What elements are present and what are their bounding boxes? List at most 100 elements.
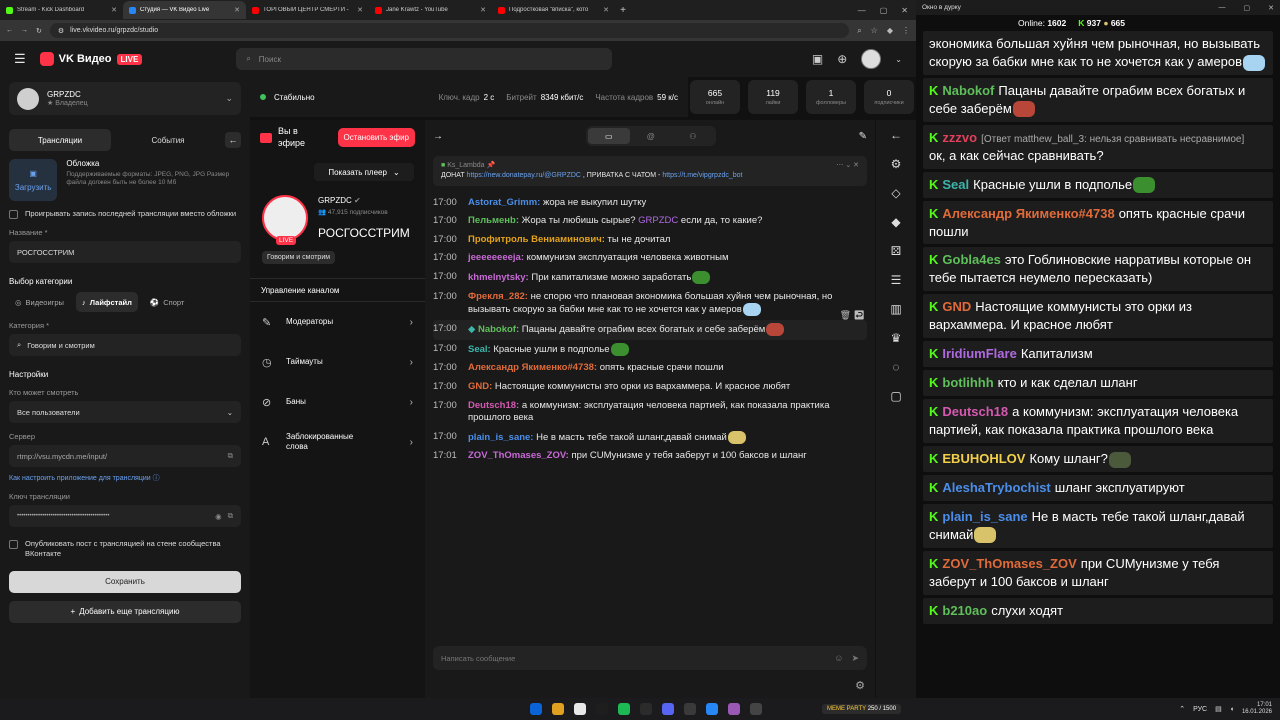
star-icon[interactable]: ☆ [871,26,878,36]
menu-item[interactable]: ◷ Таймауты › [250,342,425,382]
overlay-username[interactable]: IridiumFlare [942,346,1016,361]
site-info-icon[interactable]: ⚙ [58,27,64,35]
category-input[interactable]: ⌕ Говорим и смотрим [9,334,241,356]
message-username[interactable]: khmelnytsky: [468,272,529,283]
overlay-username[interactable]: botlihhh [942,375,993,390]
howto-link[interactable]: Как настроить приложение для трансляции … [9,473,241,483]
overlay-username[interactable]: Seal [942,177,969,192]
arrow-right-icon[interactable]: → [433,131,443,142]
tab-events[interactable]: События [117,129,219,151]
user-avatar[interactable] [861,49,882,69]
clock[interactable]: 17:01 16.01.2026 [1242,702,1272,716]
minimize-icon[interactable]: — [858,6,866,15]
overlay-username[interactable]: Александр Якименко#4738 [942,206,1114,221]
browser-tab[interactable]: Подростковая "вписка", кото ✕ [492,1,615,19]
hamburger-icon[interactable]: ☰ [14,51,26,67]
arrow-left-icon[interactable]: ← [890,128,902,142]
category-games[interactable]: ◎ Видеоигры [9,292,70,312]
copy-icon[interactable]: ⧉ [228,451,233,461]
meme-party-widget[interactable]: MEME PARTY 250 / 1500 [822,704,902,714]
audience-select[interactable]: Все пользователи ⌄ [9,401,241,423]
tab-close-icon[interactable]: ✕ [357,6,363,14]
menu-item[interactable]: ✎ Модераторы › [250,302,425,342]
overlay-username[interactable]: plain_is_sane [942,509,1027,524]
network-icon[interactable]: ▤ [1215,705,1222,713]
message-input[interactable]: Написать сообщение ☺ ➤ [433,646,867,670]
overlay-username[interactable]: zzzvo [942,130,977,145]
show-player-button[interactable]: Показать плеер ⌄ [314,163,414,182]
taskbar-app-icon[interactable] [530,703,542,715]
back-arrow-icon[interactable]: ← [6,27,13,34]
eye-icon[interactable]: ◉ [215,512,222,521]
mentions-tab-icon[interactable]: @ [630,128,672,144]
message-username[interactable]: Фрекля_282: [468,291,528,302]
taskbar-app-icon[interactable] [596,703,608,715]
add-broadcast-button[interactable]: + Добавить еще трансляцию [9,600,241,623]
taskbar-app-icon[interactable] [574,703,586,715]
message-username[interactable]: GND: [468,381,492,392]
browser-tab[interactable]: Студия — VK Видео Live ✕ [123,1,246,19]
category-sport[interactable]: ⚽ Спорт [144,292,190,312]
message-username[interactable]: Пельменb: [468,215,519,226]
save-button[interactable]: Сохранить [9,570,241,593]
replay-checkbox[interactable]: Проигрывать запись последней трансляции … [9,209,241,219]
trophy-icon[interactable]: ♛ [891,331,902,345]
zoom-icon[interactable]: ⌕ [857,26,861,36]
server-field[interactable]: rtmp://vsu.mycdn.me/input/ ⧉ [9,445,241,467]
vk-logo[interactable]: VK Видео LIVE [39,52,143,66]
overlay-username[interactable]: GND [942,299,971,314]
settings-icon[interactable]: ⚙ [855,679,865,692]
taskbar-app-icon[interactable] [706,703,718,715]
tab-broadcasts[interactable]: Трансляции [9,129,111,151]
channel-selector[interactable]: GRPZDC ★ Владелец ⌄ [9,82,241,115]
message-username[interactable]: Deutsch18: [468,400,519,411]
checkbox-box[interactable] [9,540,18,549]
overlay-username[interactable]: Gobla4es [942,252,1001,267]
browser-tab[interactable]: Jane Krawtz - YouTube ✕ [369,1,492,19]
copy-icon[interactable]: ⧉ [228,511,233,521]
delete-icon[interactable]: 🗑 [840,310,851,320]
badge-icon[interactable]: ▢ [890,389,901,403]
close-icon[interactable]: ✕ [1268,4,1274,12]
overlay-username[interactable]: ZOV_ThOmases_ZOV [942,556,1076,571]
message-username[interactable]: jeeeeeeeeja: [468,252,524,263]
taskbar-app-icon[interactable] [662,703,674,715]
taskbar-app-icon[interactable] [552,703,564,715]
taskbar-app-icon[interactable] [750,703,762,715]
upload-cover-button[interactable]: ▣ Загрузить [9,159,58,201]
checkbox-box[interactable] [9,210,18,219]
overlay-username[interactable]: b210ao [942,603,987,618]
category-lifestyle[interactable]: ♪ Лайфстайл [75,292,138,312]
chart-icon[interactable]: ▥ [890,302,901,316]
menu-item[interactable]: ⊘ Баны › [250,382,425,422]
close-icon[interactable]: ✕ [901,6,908,15]
browser-tab[interactable]: Stream - Kick Dashboard ✕ [0,1,123,19]
donate-link[interactable]: https://new.donatepay.ru/@GRPZDC [467,172,581,179]
menu-item[interactable]: A Заблокированные слова › [250,422,425,462]
overlay-username[interactable]: Deutsch18 [942,404,1008,419]
pin-icon[interactable]: ✎ [859,131,867,142]
message-username[interactable]: plain_is_sane: [468,432,533,443]
volume-icon[interactable]: ◖ [1230,706,1234,713]
publish-checkbox[interactable]: Опубликовать пост с трансляцией на стене… [9,539,241,559]
message-username[interactable]: Профитроль Вениаминович: [468,234,605,245]
reply-icon[interactable]: ↩ [854,310,865,320]
list-icon[interactable]: ☰ [891,273,902,287]
settings-icon[interactable]: ⚙ [891,157,902,171]
emoji-icon[interactable]: ☺ [834,653,843,663]
taskbar-app-icon[interactable] [618,703,630,715]
taskbar-app-icon[interactable] [728,703,740,715]
menu-dots-icon[interactable]: ⋮ [902,26,910,36]
browser-tab[interactable]: ТОРГОВЫЙ ЦЕНТР СМЕРТИ - ✕ [246,1,369,19]
mention[interactable]: GRPZDC [638,215,678,226]
message-username[interactable]: Seal: [468,344,491,355]
notifications-icon[interactable]: ▣ [812,52,823,66]
maximize-icon[interactable]: ▢ [880,6,888,15]
dice-icon[interactable]: ⚄ [891,244,901,258]
overlay-username[interactable]: AleshaTrybochist [942,480,1050,495]
reload-icon[interactable]: ↻ [36,27,42,35]
new-tab-icon[interactable]: + [615,5,631,16]
stream-key-field[interactable]: ••••••••••••••••••••••••••••••••••••••••… [9,505,241,527]
taskbar-app-icon[interactable] [640,703,652,715]
maximize-icon[interactable]: ▢ [1244,4,1251,12]
